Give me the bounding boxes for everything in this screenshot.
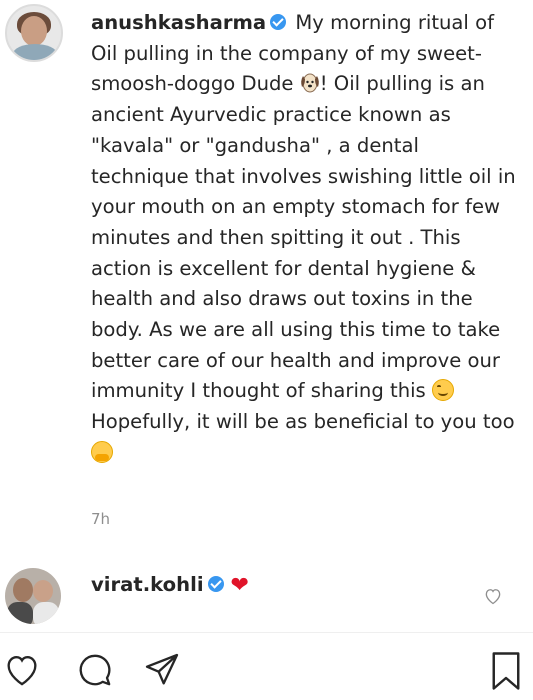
dog-face-icon	[300, 71, 320, 93]
smiling-face-icon	[432, 379, 454, 402]
share-paper-plane-icon[interactable]	[142, 650, 182, 694]
post-caption: anushkasharma My morning ritual of Oil p…	[91, 8, 516, 469]
verified-badge-icon	[207, 576, 224, 592]
avatar-person-1-body	[7, 602, 33, 624]
avatar-person-1-head	[13, 578, 33, 602]
comment-author-avatar[interactable]	[5, 568, 61, 624]
avatar-face	[21, 16, 47, 46]
post-author-avatar[interactable]	[5, 4, 63, 62]
comment-row: virat.kohli ❤	[91, 570, 249, 601]
avatar-person-2-body	[33, 602, 59, 624]
verified-badge-icon	[270, 14, 287, 30]
comment-speech-bubble-icon[interactable]	[75, 650, 115, 694]
like-heart-icon[interactable]	[2, 650, 42, 694]
avatar-body	[13, 44, 57, 60]
save-bookmark-icon[interactable]	[488, 650, 524, 696]
post-timestamp[interactable]: 7h	[91, 510, 110, 528]
avatar-person-2-head	[33, 580, 53, 602]
actions-divider	[0, 632, 533, 633]
comment-like-heart-icon[interactable]	[483, 586, 503, 606]
comment-author-username[interactable]: virat.kohli	[91, 573, 204, 596]
caption-text-part2: ! Oil pulling is an ancient Ayurvedic pr…	[91, 72, 516, 403]
hugging-face-icon	[91, 440, 113, 463]
post-author-username[interactable]: anushkasharma	[91, 11, 266, 34]
red-heart-icon: ❤	[230, 573, 249, 598]
caption-text-part3: Hopefully, it will be as beneficial to y…	[91, 410, 515, 434]
